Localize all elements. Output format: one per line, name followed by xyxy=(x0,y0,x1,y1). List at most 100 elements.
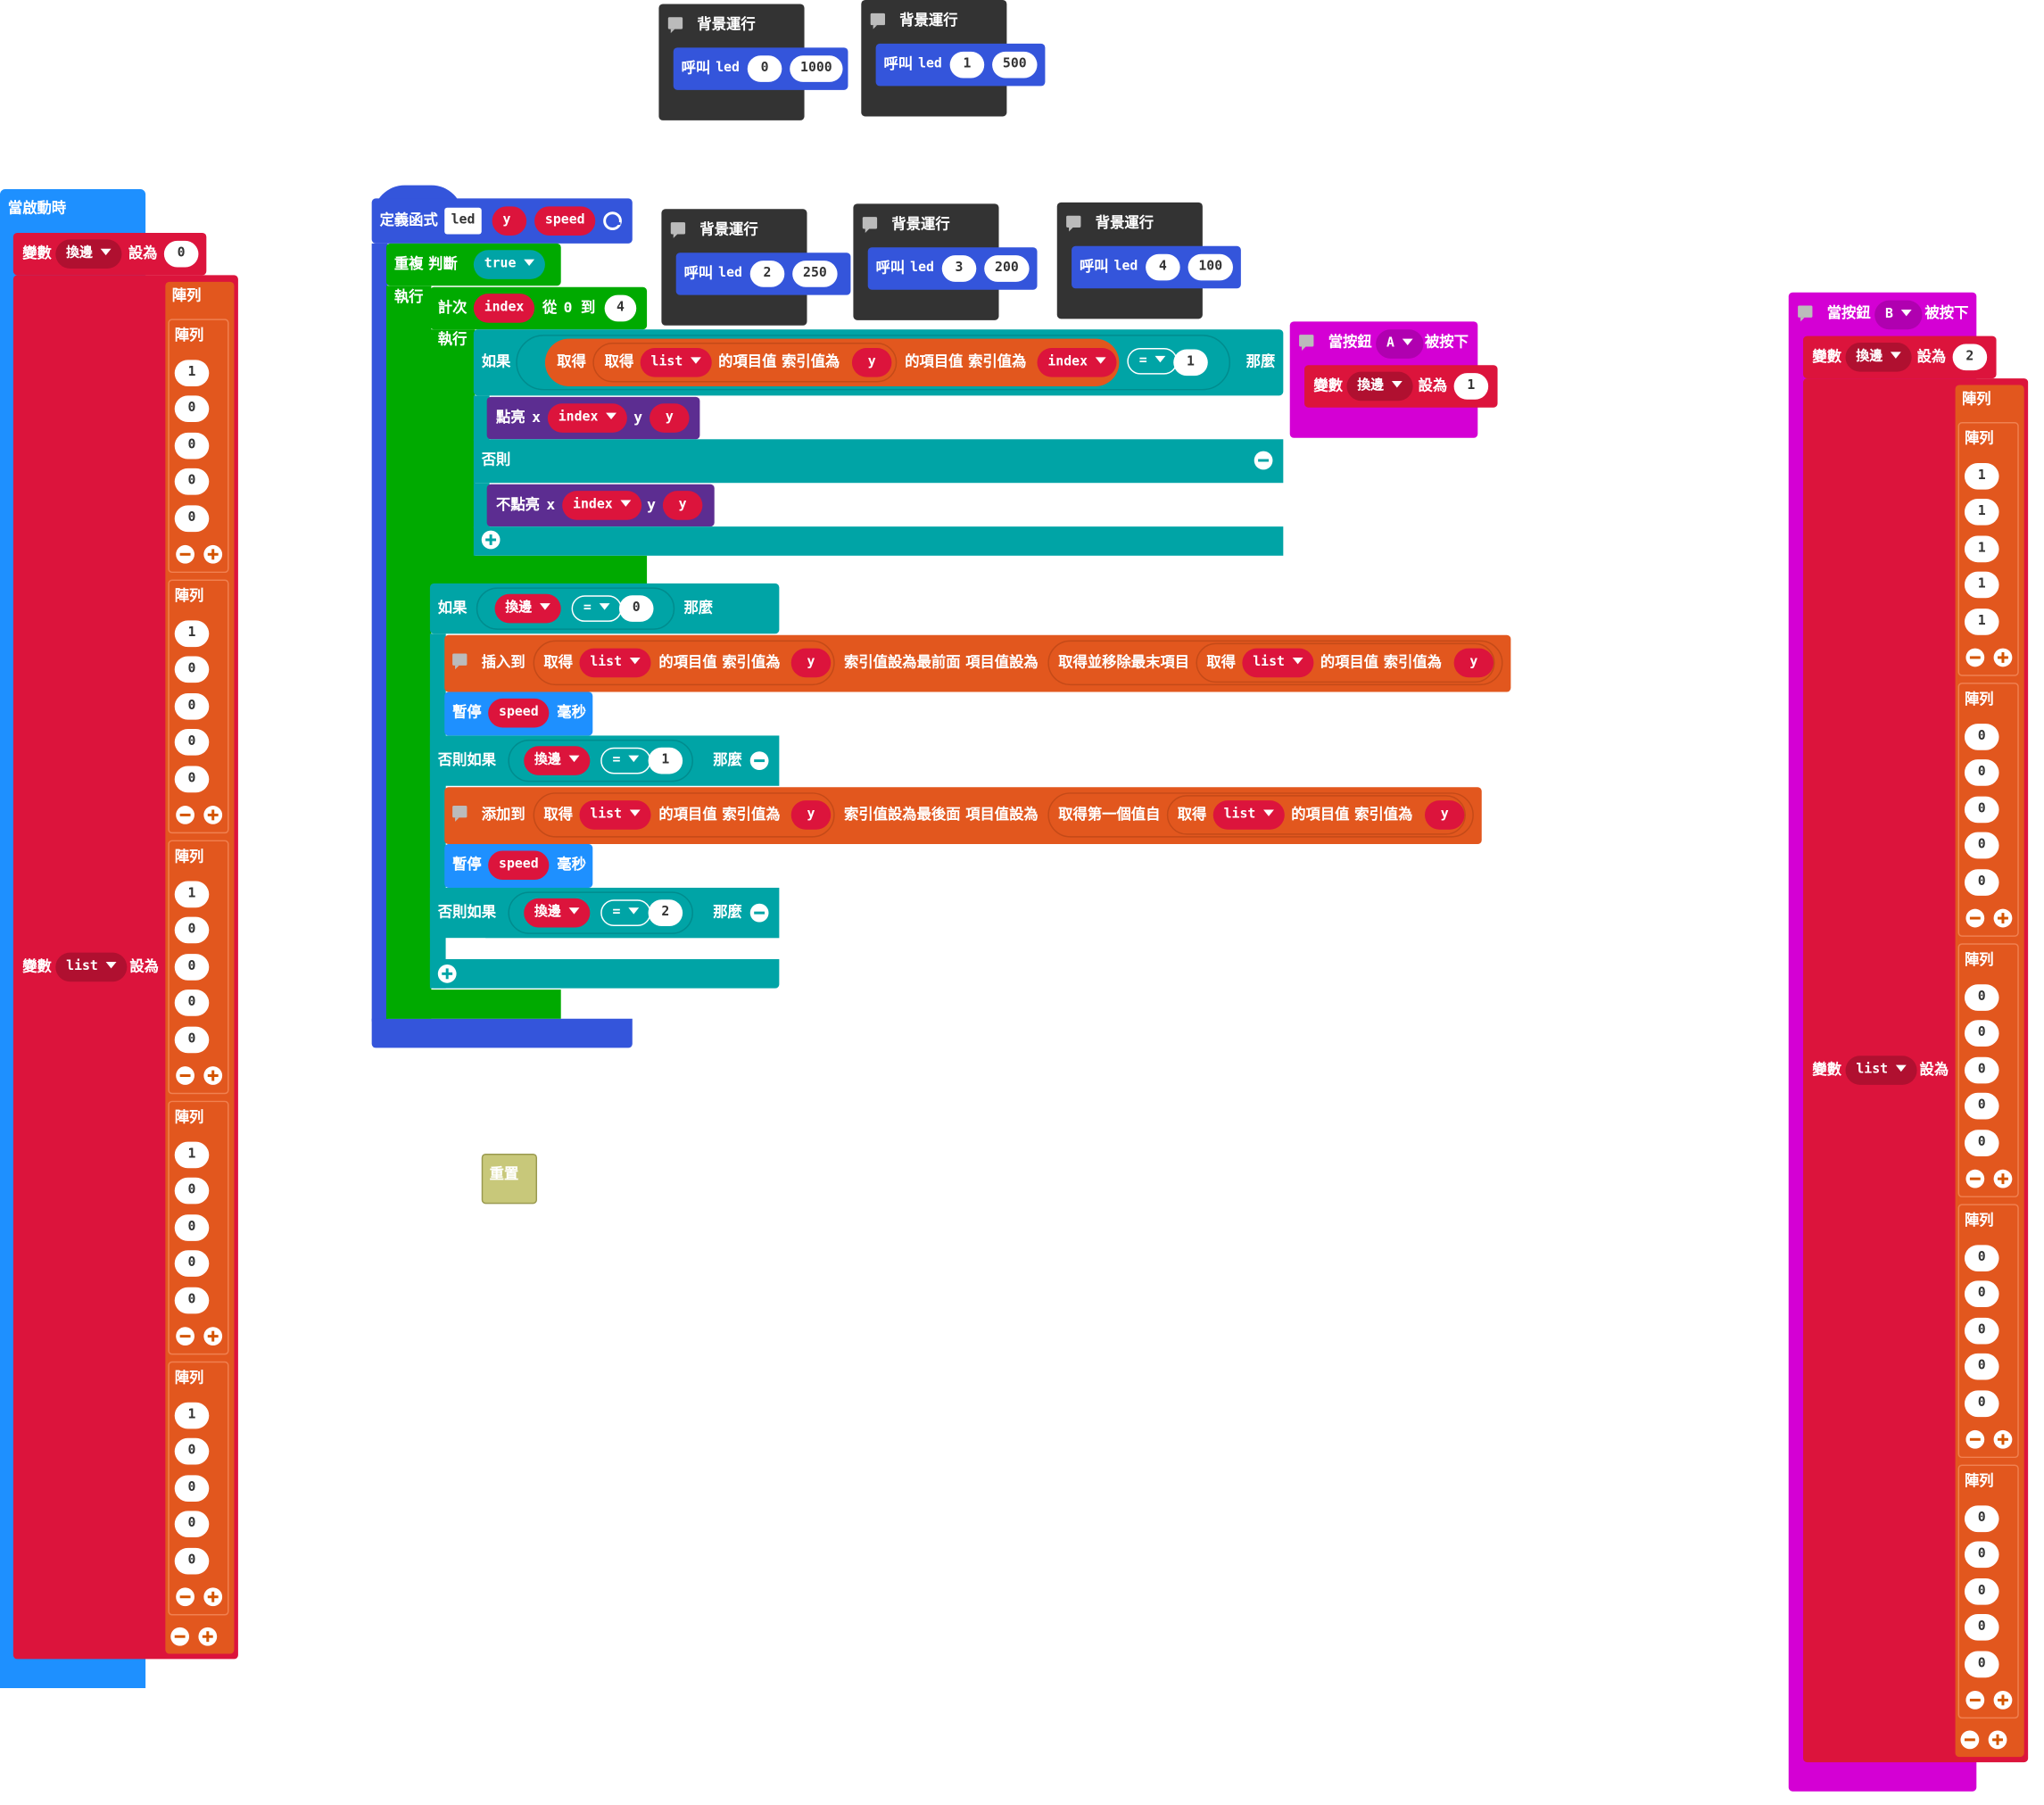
array-cell[interactable]: 0 xyxy=(174,395,210,423)
y-var[interactable]: y xyxy=(1424,800,1465,830)
param-speed[interactable]: speed xyxy=(534,206,596,236)
array-cell[interactable]: 0 xyxy=(174,729,210,756)
array-cell[interactable]: 0 xyxy=(174,1250,210,1278)
add-icon[interactable] xyxy=(437,964,457,983)
array-cell[interactable]: 1 xyxy=(1964,571,1999,599)
array-cell[interactable]: 0 xyxy=(1964,1542,1999,1569)
to-value[interactable]: 4 xyxy=(604,294,637,322)
add-icon[interactable] xyxy=(203,544,223,564)
array-cell[interactable]: 0 xyxy=(1964,1129,1999,1156)
array-cell[interactable]: 0 xyxy=(174,917,210,944)
swap-value[interactable]: 2 xyxy=(1952,344,1988,371)
var-dropdown-swap[interactable]: 換邊 xyxy=(55,239,122,269)
array-cell[interactable]: 1 xyxy=(1964,462,1999,490)
add-icon[interactable] xyxy=(1993,1169,2013,1188)
comment-icon[interactable] xyxy=(452,806,468,822)
led-index-arg[interactable]: 3 xyxy=(941,255,977,282)
array-cell[interactable]: 0 xyxy=(1964,1056,1999,1084)
array-cell[interactable]: 0 xyxy=(1964,724,1999,750)
array-cell[interactable]: 1 xyxy=(174,1402,210,1429)
led-index-arg[interactable]: 0 xyxy=(747,55,782,82)
remove-icon[interactable] xyxy=(176,1327,194,1346)
button-dropdown[interactable]: A xyxy=(1376,329,1424,359)
speed-var[interactable]: speed xyxy=(488,850,550,881)
comment-icon[interactable] xyxy=(670,222,686,238)
index-dropdown[interactable]: index xyxy=(547,403,628,433)
array-cell[interactable]: 0 xyxy=(174,432,210,460)
index-dropdown[interactable]: index xyxy=(562,491,642,520)
array-cell[interactable]: 0 xyxy=(174,1178,210,1205)
y-var[interactable]: y xyxy=(851,347,892,377)
compare-value[interactable]: 1 xyxy=(648,747,683,774)
equals-dropdown[interactable]: = xyxy=(600,899,651,926)
compare-value[interactable]: 0 xyxy=(618,595,654,622)
array-cell[interactable]: 1 xyxy=(174,881,210,908)
y-var[interactable]: y xyxy=(1453,648,1494,678)
speed-var[interactable]: speed xyxy=(488,698,550,728)
swap-var-dropdown[interactable]: 換邊 xyxy=(524,746,591,775)
array-cell[interactable]: 0 xyxy=(174,504,210,532)
bool-true-dropdown[interactable]: true xyxy=(473,250,546,279)
comment-icon[interactable] xyxy=(862,217,878,233)
array-cell[interactable]: 0 xyxy=(1964,1577,1999,1605)
array-cell[interactable]: 1 xyxy=(174,360,210,386)
led-speed-arg[interactable]: 100 xyxy=(1188,253,1233,281)
index-dropdown[interactable]: index xyxy=(1037,347,1117,377)
remove-icon[interactable] xyxy=(1965,908,1985,928)
compare-value[interactable]: 1 xyxy=(1173,349,1208,377)
remove-icon[interactable] xyxy=(1965,648,1985,667)
array-cell[interactable]: 0 xyxy=(1964,868,1999,896)
array-cell[interactable]: 0 xyxy=(174,468,210,495)
list-dropdown[interactable]: list xyxy=(640,347,712,377)
add-icon[interactable] xyxy=(1993,908,2013,928)
comment-icon[interactable] xyxy=(870,12,885,29)
remove-icon[interactable] xyxy=(176,544,194,564)
remove-icon[interactable] xyxy=(749,903,769,923)
add-icon[interactable] xyxy=(481,530,501,550)
collapse-icon[interactable] xyxy=(603,211,622,231)
var-dropdown-swap[interactable]: 換邊 xyxy=(1845,343,1912,372)
list-dropdown[interactable]: list xyxy=(1212,800,1285,830)
led-speed-arg[interactable]: 250 xyxy=(792,261,838,287)
array-cell[interactable]: 0 xyxy=(1964,759,1999,787)
comment-icon[interactable] xyxy=(1798,305,1813,322)
y-var[interactable]: y xyxy=(790,648,832,678)
add-icon[interactable] xyxy=(203,1066,223,1085)
array-cell[interactable]: 0 xyxy=(1964,1650,1999,1677)
array-cell[interactable]: 0 xyxy=(174,657,210,683)
var-dropdown-swap[interactable]: 換邊 xyxy=(1346,371,1413,402)
array-cell[interactable]: 0 xyxy=(1964,1317,1999,1345)
swap-value[interactable]: 1 xyxy=(1453,373,1489,400)
array-cell[interactable]: 0 xyxy=(174,1213,210,1241)
array-cell[interactable]: 0 xyxy=(1964,1354,1999,1380)
remove-icon[interactable] xyxy=(1960,1730,1980,1750)
y-var[interactable]: y xyxy=(650,403,690,433)
y-var[interactable]: y xyxy=(790,800,832,830)
remove-icon[interactable] xyxy=(170,1627,190,1646)
array-cell[interactable]: 1 xyxy=(1964,535,1999,562)
array-cell[interactable]: 0 xyxy=(1964,1020,1999,1047)
add-icon[interactable] xyxy=(203,806,223,824)
remove-icon[interactable] xyxy=(1965,1169,1985,1188)
add-icon[interactable] xyxy=(203,1327,223,1346)
led-index-arg[interactable]: 1 xyxy=(949,51,985,79)
remove-icon[interactable] xyxy=(1254,451,1273,470)
add-icon[interactable] xyxy=(198,1627,218,1646)
remove-icon[interactable] xyxy=(176,1066,194,1085)
swap-initial-value[interactable]: 0 xyxy=(163,240,199,268)
equals-dropdown[interactable]: = xyxy=(1127,347,1178,375)
array-cell[interactable]: 1 xyxy=(174,1141,210,1169)
add-icon[interactable] xyxy=(1993,648,2013,667)
array-cell[interactable]: 0 xyxy=(1964,984,1999,1011)
button-dropdown[interactable]: B xyxy=(1874,300,1923,330)
array-cell[interactable]: 0 xyxy=(1964,1505,1999,1533)
list-dropdown[interactable]: list xyxy=(579,648,651,678)
comment-icon[interactable] xyxy=(1299,335,1314,351)
array-cell[interactable]: 0 xyxy=(174,692,210,720)
array-cell[interactable]: 1 xyxy=(1964,499,1999,526)
var-dropdown-list[interactable]: list xyxy=(55,952,128,982)
array-cell[interactable]: 0 xyxy=(174,1475,210,1502)
array-cell[interactable]: 1 xyxy=(174,620,210,648)
equals-dropdown[interactable]: = xyxy=(571,595,622,622)
array-cell[interactable]: 0 xyxy=(174,953,210,981)
